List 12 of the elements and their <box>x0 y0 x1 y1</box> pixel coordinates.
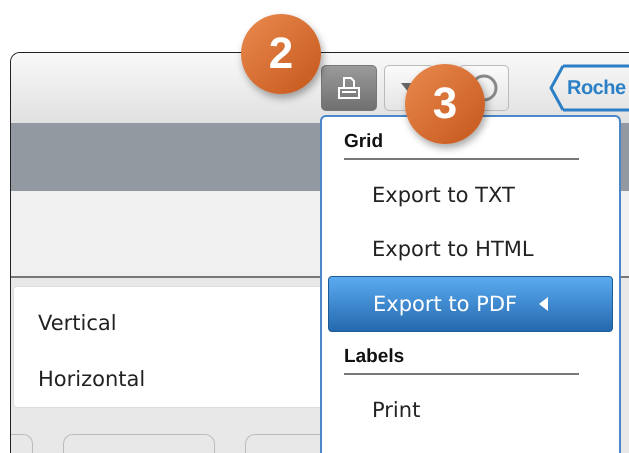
menu-item[interactable]: Print <box>328 383 613 437</box>
step-callout-tooltip: 2 <box>241 14 321 94</box>
menu-item[interactable]: Export to TXT <box>328 168 613 222</box>
orientation-option[interactable]: Horizontal <box>14 361 322 417</box>
caret-icon <box>539 297 548 311</box>
company-logo: Roche <box>549 64 629 112</box>
menu-section-title: Labels <box>343 345 406 365</box>
menu-section-title: Grid <box>343 130 384 150</box>
printer-icon <box>336 75 362 101</box>
print-button[interactable] <box>321 65 377 111</box>
orientation-option[interactable]: Vertical <box>14 305 322 361</box>
menu-item[interactable]: Export to PDF <box>328 276 613 332</box>
